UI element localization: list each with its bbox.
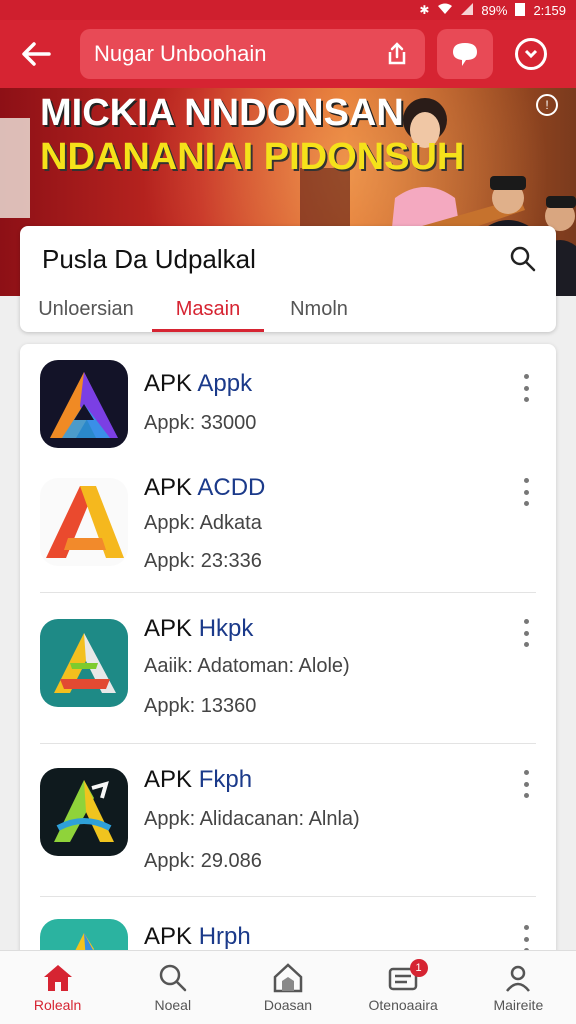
app-name: APK ACDD	[144, 474, 265, 502]
app-name-accent: Hrph	[198, 923, 251, 950]
chat-button[interactable]	[437, 29, 493, 79]
more-options-icon[interactable]	[516, 370, 536, 406]
app-icon	[40, 360, 128, 448]
wifi-icon	[437, 3, 453, 18]
info-icon[interactable]: !	[536, 94, 558, 116]
share-icon[interactable]	[383, 40, 411, 68]
app-name-prefix: APK	[144, 923, 193, 950]
app-name-prefix: APK	[144, 766, 193, 793]
search-icon	[159, 964, 187, 992]
app-icon	[40, 478, 128, 566]
app-name: APK Fkph	[144, 766, 252, 794]
app-bar: Nugar Unboohain	[0, 20, 576, 88]
tab-nmoln[interactable]: Nmoln	[264, 286, 374, 332]
app-name: APK Hkpk	[144, 615, 253, 643]
app-detail: Appk: 33000	[144, 412, 257, 434]
app-list: APK Appk Appk: 33000 APK ACDD Appk: Adka…	[20, 344, 556, 964]
options-button[interactable]	[503, 29, 559, 79]
tab-bar: Unloersian Masain Nmoln	[20, 286, 556, 332]
nav-item-profile[interactable]: Maireite	[461, 951, 576, 1024]
search-button[interactable]	[508, 244, 538, 274]
app-detail: Appk: Alidacanan: Alnla)	[144, 808, 360, 830]
app-name-accent: Fkph	[198, 766, 253, 793]
app-name-prefix: APK	[144, 474, 193, 501]
back-arrow-icon	[22, 42, 51, 66]
title-search-box[interactable]: Nugar Unboohain	[80, 29, 425, 79]
app-name-prefix: APK	[144, 370, 193, 397]
battery-icon	[515, 2, 526, 19]
app-detail: Appk: 13360	[144, 695, 257, 717]
nav-label: Maireite	[493, 997, 544, 1013]
app-name-prefix: APK	[144, 615, 193, 642]
app-bar-title: Nugar Unboohain	[94, 41, 267, 66]
battery-percent: 89%	[481, 2, 508, 18]
app-name: APK Appk	[144, 370, 252, 398]
nav-item-home[interactable]: Rolealn	[0, 951, 115, 1024]
store-icon	[273, 963, 303, 993]
app-name: APK Hrph	[144, 923, 251, 951]
app-detail: Appk: 23:336	[144, 550, 262, 572]
section-title: Pusla Da Udpalkal	[42, 244, 256, 274]
section-header-card: Pusla Da Udpalkal Unloersian Masain Nmol…	[20, 226, 556, 332]
clock: 2:159	[533, 2, 566, 18]
nav-label: Doasan	[263, 997, 313, 1013]
app-name-accent: ACDD	[197, 474, 266, 501]
more-options-icon[interactable]	[516, 615, 536, 651]
bluetooth-icon: ✱	[419, 3, 430, 17]
app-detail: Appk: Adkata	[144, 512, 262, 534]
more-options-icon[interactable]	[516, 474, 536, 510]
list-item[interactable]: APK Hkpk Aaiik: Adatoman: Alole) Appk: 1…	[20, 593, 556, 743]
app-icon	[40, 619, 128, 707]
tab-unloersian[interactable]: Unloersian	[20, 286, 152, 332]
app-name-accent: Hkpk	[198, 615, 254, 642]
back-button[interactable]	[12, 30, 60, 78]
search-icon	[510, 246, 536, 272]
chevron-down-icon	[515, 38, 547, 70]
nav-label: Rolealn	[33, 997, 82, 1013]
more-options-icon[interactable]	[516, 766, 536, 802]
nav-item-store[interactable]: Doasan	[230, 951, 345, 1024]
app-name-accent: Appk	[197, 370, 253, 397]
tab-masain[interactable]: Masain	[152, 286, 264, 332]
signal-icon	[461, 2, 474, 18]
status-bar: ✱ 89% 2:159	[0, 0, 576, 20]
nav-label: Otenoaaira	[368, 997, 438, 1013]
list-item[interactable]: APK ACDD Appk: Adkata Appk: 23:336	[20, 454, 556, 592]
home-icon	[43, 965, 72, 991]
banner-headline: MICKIA NNDONSAN	[40, 92, 404, 134]
list-item[interactable]: APK Fkph Appk: Alidacanan: Alnla) Appk: …	[20, 744, 556, 896]
app-icon	[40, 768, 128, 856]
nav-item-search[interactable]: Noeal	[115, 951, 230, 1024]
nav-item-messages[interactable]: 1 Otenoaaira	[346, 951, 461, 1024]
bottom-navigation: Rolealn Noeal Doasan 1 Otenoaaira Mairei…	[0, 950, 576, 1024]
app-detail: Appk: 29.086	[144, 850, 262, 872]
app-detail: Aaiik: Adatoman: Alole)	[144, 655, 350, 677]
profile-icon	[506, 965, 531, 992]
banner-subheadline: NDANANIAI PIDONSUH	[40, 136, 465, 178]
chat-icon	[453, 43, 477, 66]
list-item[interactable]: APK Appk Appk: 33000	[20, 344, 556, 454]
nav-label: Noeal	[154, 997, 192, 1013]
notification-badge: 1	[409, 959, 428, 977]
